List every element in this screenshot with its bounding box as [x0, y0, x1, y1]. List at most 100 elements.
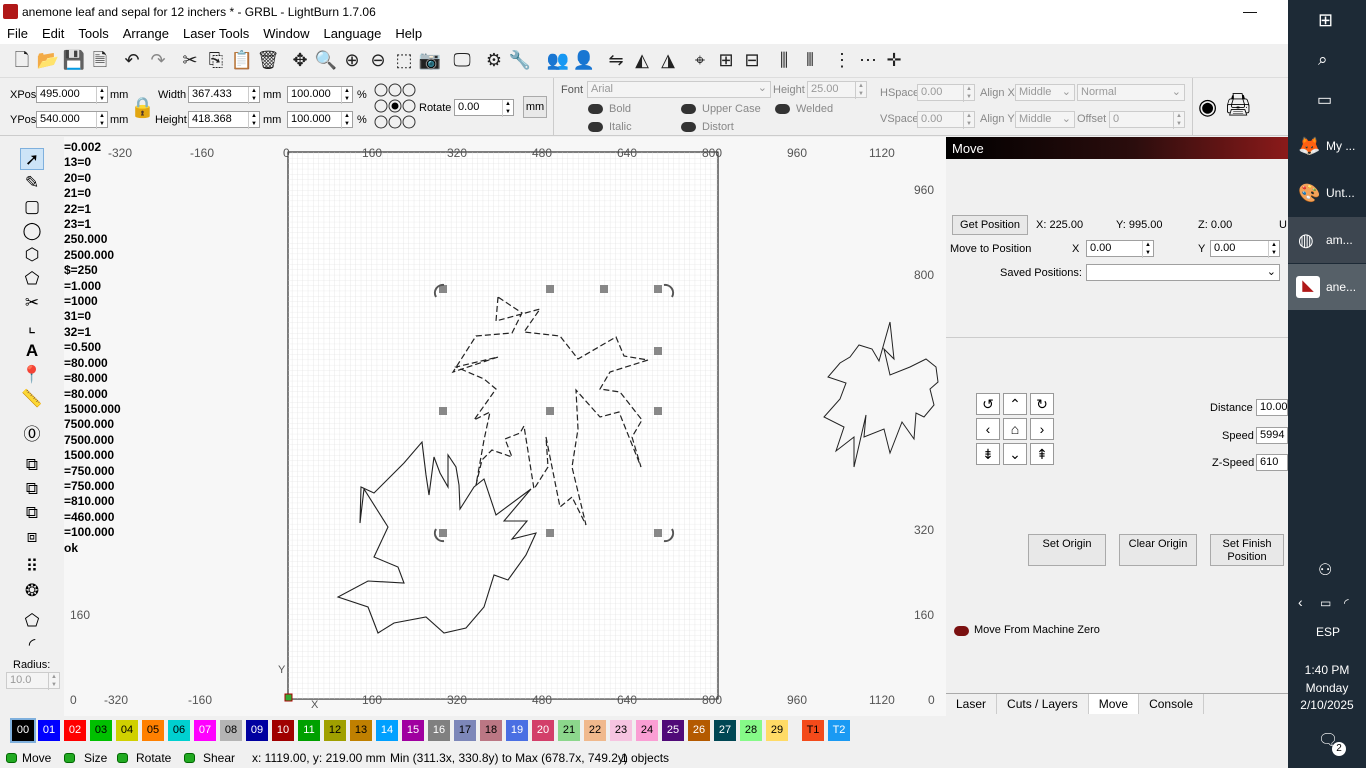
align-icon[interactable]: ⊟ — [740, 48, 764, 72]
menu-edit[interactable]: Edit — [35, 24, 71, 43]
palette-swatch-13[interactable]: 13 — [350, 720, 372, 741]
palette-swatch-05[interactable]: 05 — [142, 720, 164, 741]
scale-w-input[interactable]: 100.000 ▲ ▼ — [287, 86, 353, 104]
crosshair-icon[interactable]: ✛ — [882, 48, 906, 72]
wrench-icon[interactable]: 🔧 — [508, 48, 532, 72]
tab-move[interactable]: Move — [1088, 694, 1140, 714]
preview-icon[interactable]: ◉ — [1198, 94, 1217, 120]
palette-swatch-28[interactable]: 28 — [740, 720, 762, 741]
speed-input[interactable]: 5994 — [1256, 427, 1288, 444]
distance-input[interactable]: 10.00 — [1256, 399, 1288, 416]
position-tool-icon[interactable]: 📍 — [20, 364, 44, 386]
zoom-in-icon[interactable]: ⊕ — [340, 48, 364, 72]
palette-swatch-21[interactable]: 21 — [558, 720, 580, 741]
menu-language[interactable]: Language — [316, 24, 388, 43]
jog-up-icon[interactable]: ⌃ — [1003, 393, 1027, 415]
menu-file[interactable]: File — [0, 24, 35, 43]
palette-swatch-17[interactable]: 17 — [454, 720, 476, 741]
taskbar-item-chrome[interactable]: ◍ am... — [1288, 217, 1366, 263]
zoom-selection-icon[interactable]: ⬚ — [392, 48, 416, 72]
minimize-button[interactable]: — — [1243, 3, 1257, 19]
tab-laser[interactable]: Laser — [946, 694, 998, 714]
text-tool-icon[interactable]: A — [20, 340, 44, 362]
rectangle-tool-icon[interactable]: ▢ — [20, 196, 44, 218]
anchor-grid[interactable] — [374, 83, 416, 129]
taskbar-item-firefox[interactable]: 🦊 My ... — [1288, 123, 1366, 169]
save-icon[interactable]: 💾 — [62, 48, 86, 72]
jog-down-icon[interactable]: ⌄ — [1003, 443, 1027, 465]
lock-icon[interactable]: 🔒 — [130, 95, 155, 120]
clock-time[interactable]: 1:40 PM — [1288, 663, 1366, 677]
palette-swatch-27[interactable]: 27 — [714, 720, 736, 741]
space-h-icon[interactable]: ⋮ — [830, 48, 854, 72]
palette-swatch-12[interactable]: 12 — [324, 720, 346, 741]
path-icon[interactable]: ⬠ — [20, 610, 44, 632]
people-icon[interactable]: ⚇ — [1318, 560, 1332, 580]
select-tool-icon[interactable]: ➚ — [20, 148, 44, 170]
search-icon[interactable]: ⌕ — [1318, 50, 1328, 70]
palette-swatch-11[interactable]: 11 — [298, 720, 320, 741]
boolean-intersect-icon[interactable]: ⧉ — [20, 502, 44, 524]
menu-arrange[interactable]: Arrange — [116, 24, 176, 43]
wifi-icon[interactable]: ◜ — [1344, 596, 1349, 610]
palette-swatch-t2[interactable]: T2 — [828, 720, 850, 741]
palette-swatch-18[interactable]: 18 — [480, 720, 502, 741]
bold-toggle[interactable] — [588, 104, 603, 114]
vspace-input[interactable]: 0.00 ▲ ▼ — [917, 111, 975, 129]
xpos-input[interactable]: 495.000 ▲ ▼ — [36, 86, 108, 104]
text-mode-select[interactable]: Normal ⌄ — [1077, 84, 1185, 101]
monitor-icon[interactable]: 🖵 — [450, 48, 474, 72]
tab-cuts-layers[interactable]: Cuts / Layers — [997, 694, 1089, 714]
font-select[interactable]: Arial ⌄ — [587, 81, 771, 98]
offset-tool-icon[interactable]: ⓪ — [20, 424, 44, 446]
polygon-tool-icon[interactable]: ⬡ — [20, 244, 44, 266]
taskbar-item-lightburn[interactable]: ◣ ane... — [1288, 264, 1366, 310]
tab-console[interactable]: Console — [1139, 694, 1205, 714]
rotate-cw-icon[interactable]: ↻ — [1030, 393, 1054, 415]
width-input[interactable]: 367.433 ▲ ▼ — [188, 86, 260, 104]
import-icon[interactable]: 🗎 — [88, 48, 112, 72]
palette-swatch-16[interactable]: 16 — [428, 720, 450, 741]
boolean-union-icon[interactable]: ⧉ — [20, 454, 44, 476]
hspace-input[interactable]: 0.00 ▲ ▼ — [917, 84, 975, 102]
move-toggle[interactable] — [6, 753, 17, 763]
pen-tool-icon[interactable]: ✎ — [20, 172, 44, 194]
target-icon[interactable]: ⌖ — [688, 48, 712, 72]
menu-tools[interactable]: Tools — [71, 24, 115, 43]
palette-swatch-25[interactable]: 25 — [662, 720, 684, 741]
italic-toggle[interactable] — [588, 122, 603, 132]
corner-tool-icon[interactable]: ⌞ — [20, 316, 44, 338]
home-icon[interactable]: ⌂ — [1003, 418, 1027, 440]
move-x-input[interactable]: 0.00 ▲ ▼ — [1086, 240, 1154, 258]
palette-swatch-t1[interactable]: T1 — [802, 720, 824, 741]
laser-machine-icon[interactable]: 🖨 — [1224, 92, 1252, 118]
palette-swatch-26[interactable]: 26 — [688, 720, 710, 741]
move-y-input[interactable]: 0.00 ▲ ▼ — [1210, 240, 1280, 258]
scale-h-input[interactable]: 100.000 ▲ ▼ — [287, 111, 353, 129]
round-corner-icon[interactable]: ◜ — [20, 634, 44, 656]
palette-swatch-03[interactable]: 03 — [90, 720, 112, 741]
flip-v-icon[interactable]: ◭ — [630, 48, 654, 72]
edit-nodes-icon[interactable]: ⬠ — [20, 268, 44, 290]
rotate-ccw-icon[interactable]: ↺ — [976, 393, 1000, 415]
palette-swatch-23[interactable]: 23 — [610, 720, 632, 741]
palette-swatch-09[interactable]: 09 — [246, 720, 268, 741]
flip-h-icon[interactable]: ⇋ — [604, 48, 628, 72]
group-icon[interactable]: 👥 — [546, 48, 570, 72]
size-toggle[interactable] — [64, 753, 75, 763]
upper-case-toggle[interactable] — [681, 104, 696, 114]
palette-swatch-01[interactable]: 01 — [38, 720, 60, 741]
palette-swatch-19[interactable]: 19 — [506, 720, 528, 741]
jog-left-icon[interactable]: ‹ — [976, 418, 1000, 440]
rotate-input[interactable]: 0.00 ▲ ▼ — [454, 99, 514, 117]
palette-swatch-07[interactable]: 07 — [194, 720, 216, 741]
move-from-zero-toggle[interactable] — [954, 626, 969, 636]
offset-input[interactable]: 0 ▲ ▼ — [1109, 111, 1185, 129]
circular-array-icon[interactable]: ❂ — [20, 580, 44, 602]
weld-icon[interactable]: ⧈ — [20, 526, 44, 548]
task-view-icon[interactable]: ▭ — [1317, 90, 1332, 110]
copy-icon[interactable]: ⎘ — [204, 48, 228, 72]
language-indicator[interactable]: ESP — [1316, 625, 1340, 639]
radius-input[interactable]: 10.0 ▲ ▼ — [6, 672, 60, 690]
menu-laser-tools[interactable]: Laser Tools — [176, 24, 256, 43]
